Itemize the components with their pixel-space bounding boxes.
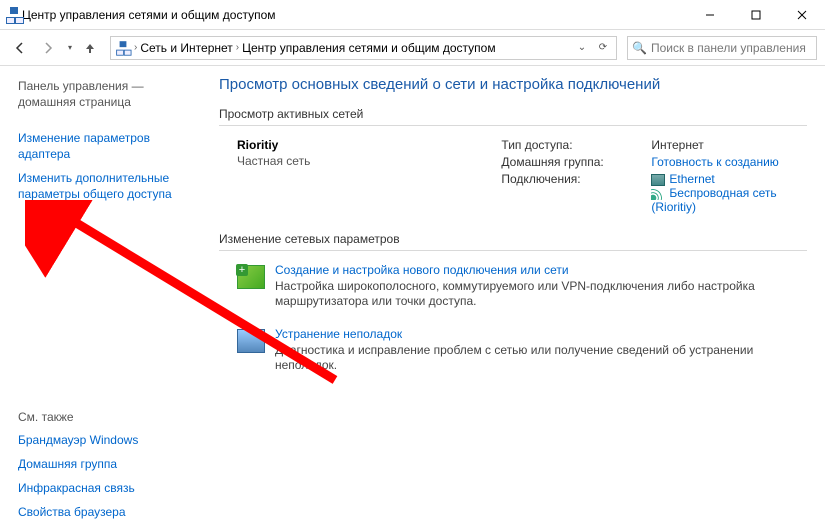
divider [219, 125, 807, 126]
navbar: ▾ › Сеть и Интернет › Центр управления с… [0, 30, 825, 66]
forward-button[interactable] [36, 36, 60, 60]
change-settings-label: Изменение сетевых параметров [219, 232, 807, 246]
troubleshoot-icon [237, 329, 265, 353]
search-box[interactable]: 🔍 Поиск в панели управления [627, 36, 817, 60]
new-connection-desc: Настройка широкополосного, коммутируемог… [275, 279, 807, 309]
homegroup-label: Домашняя группа: [501, 155, 651, 169]
seealso-homegroup[interactable]: Домашняя группа [18, 456, 195, 472]
seealso-label: См. также [18, 410, 195, 424]
window-controls [687, 0, 825, 30]
active-network-row: Rioritiy Частная сеть Тип доступа: Интер… [237, 138, 807, 214]
sidebar-adapter-link[interactable]: Изменение параметров адаптера [18, 130, 195, 162]
address-dropdown[interactable]: ⌄ [573, 42, 591, 53]
minimize-button[interactable] [687, 0, 733, 30]
access-label: Тип доступа: [501, 138, 651, 152]
window-title: Центр управления сетями и общим доступом [22, 8, 276, 22]
breadcrumb-level2[interactable]: Центр управления сетями и общим доступом [242, 41, 496, 55]
troubleshoot-desc: Диагностика и исправление проблем с сеть… [275, 343, 807, 373]
refresh-button[interactable]: ⟳ [594, 42, 612, 53]
wifi-icon [651, 188, 665, 200]
ethernet-icon [651, 174, 665, 186]
new-connection-row: Создание и настройка нового подключения … [237, 263, 807, 309]
new-connection-icon [237, 265, 265, 289]
seealso-infrared[interactable]: Инфракрасная связь [18, 480, 195, 496]
search-icon: 🔍 [632, 41, 647, 55]
content: Просмотр основных сведений о сети и наст… [205, 66, 825, 528]
ethernet-link[interactable]: Ethernet [669, 172, 714, 186]
sidebar-advanced-sharing-link[interactable]: Изменить дополнительные параметры общего… [18, 170, 195, 202]
seealso-firewall[interactable]: Брандмауэр Windows [18, 432, 195, 448]
back-button[interactable] [8, 36, 32, 60]
chevron-right-icon: › [236, 42, 239, 53]
homegroup-link[interactable]: Готовность к созданию [651, 155, 807, 169]
network-details: Тип доступа: Интернет Домашняя группа: Г… [501, 138, 807, 214]
sidebar-seealso: См. также Брандмауэр Windows Домашняя гр… [18, 410, 195, 520]
body-area: Панель управления — домашняя страница Из… [0, 66, 825, 528]
address-icon [116, 41, 130, 55]
chevron-right-icon: › [134, 42, 137, 53]
close-button[interactable] [779, 0, 825, 30]
breadcrumb-level1[interactable]: Сеть и Интернет [140, 41, 232, 55]
page-heading: Просмотр основных сведений о сети и наст… [219, 76, 807, 93]
active-networks-label: Просмотр активных сетей [219, 107, 807, 121]
sidebar: Панель управления — домашняя страница Из… [0, 66, 205, 528]
search-placeholder: Поиск в панели управления [651, 41, 806, 55]
access-value: Интернет [651, 138, 807, 152]
network-center-icon [6, 7, 22, 23]
connections-label: Подключения: [501, 172, 651, 214]
up-button[interactable] [80, 36, 100, 60]
network-identity: Rioritiy Частная сеть [237, 138, 473, 214]
troubleshoot-link[interactable]: Устранение неполадок [275, 327, 807, 341]
network-name: Rioritiy [237, 138, 473, 152]
sidebar-home-link[interactable]: Панель управления — домашняя страница [18, 78, 195, 110]
history-dropdown[interactable]: ▾ [64, 36, 76, 60]
wifi-link[interactable]: Беспроводная сеть (Rioritiy) [651, 186, 776, 214]
divider [219, 250, 807, 251]
connections-list: Ethernet Беспроводная сеть (Rioritiy) [651, 172, 807, 214]
troubleshoot-row: Устранение неполадок Диагностика и испра… [237, 327, 807, 373]
seealso-browser[interactable]: Свойства браузера [18, 504, 195, 520]
address-bar[interactable]: › Сеть и Интернет › Центр управления сет… [110, 36, 617, 60]
maximize-button[interactable] [733, 0, 779, 30]
network-type: Частная сеть [237, 154, 473, 168]
titlebar: Центр управления сетями и общим доступом [0, 0, 825, 30]
new-connection-link[interactable]: Создание и настройка нового подключения … [275, 263, 807, 277]
